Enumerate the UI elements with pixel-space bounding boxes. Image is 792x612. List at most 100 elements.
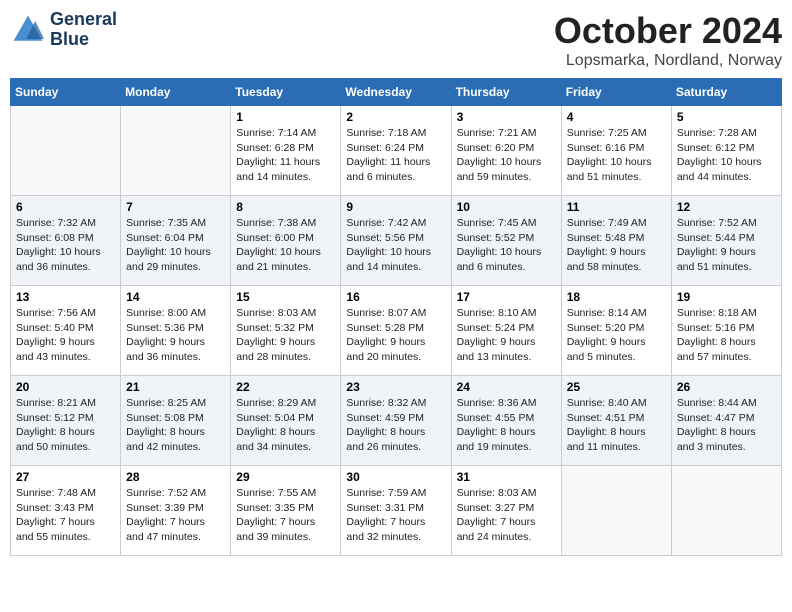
week-row-3: 13 Sunrise: 7:56 AM Sunset: 5:40 PM Dayli…	[11, 286, 782, 376]
day-number: 31	[457, 470, 556, 484]
calendar-cell: 27Sunrise: 7:48 AM Sunset: 3:43 PM Dayli…	[11, 466, 121, 556]
day-info: Sunrise: 7:42 AM Sunset: 5:56 PM Dayligh…	[346, 216, 445, 275]
day-info: Sunrise: 7:35 AM Sunset: 6:04 PM Dayligh…	[126, 216, 225, 275]
day-info: Sunrise: 7:52 AM Sunset: 5:44 PM Dayligh…	[677, 216, 776, 275]
calendar-cell	[561, 466, 671, 556]
calendar-table: Sunday Monday Tuesday Wednesday Thursday…	[10, 78, 782, 556]
day-info: Sunrise: 7:59 AM Sunset: 3:31 PM Dayligh…	[346, 486, 445, 545]
week-row-4: 20 Sunrise: 8:21 AM Sunset: 5:12 PM Dayli…	[11, 376, 782, 466]
calendar-cell: 21 Sunrise: 8:25 AM Sunset: 5:08 PM Dayli…	[121, 376, 231, 466]
calendar-cell: 14 Sunrise: 8:00 AM Sunset: 5:36 PM Dayli…	[121, 286, 231, 376]
day-info: Sunrise: 7:52 AM Sunset: 3:39 PM Dayligh…	[126, 486, 225, 545]
day-number: 13	[16, 290, 115, 304]
day-number: 7	[126, 200, 225, 214]
day-number: 18	[567, 290, 666, 304]
col-wednesday: Wednesday	[341, 79, 451, 106]
day-number: 3	[457, 110, 556, 124]
day-info: Sunrise: 7:25 AM Sunset: 6:16 PM Dayligh…	[567, 126, 666, 185]
day-info: Sunrise: 7:45 AM Sunset: 5:52 PM Dayligh…	[457, 216, 556, 275]
day-info: Sunrise: 8:14 AM Sunset: 5:20 PM Dayligh…	[567, 306, 666, 365]
day-info: Sunrise: 8:10 AM Sunset: 5:24 PM Dayligh…	[457, 306, 556, 365]
calendar-cell: 20 Sunrise: 8:21 AM Sunset: 5:12 PM Dayli…	[11, 376, 121, 466]
day-number: 11	[567, 200, 666, 214]
calendar-cell: 17 Sunrise: 8:10 AM Sunset: 5:24 PM Dayli…	[451, 286, 561, 376]
day-info: Sunrise: 7:28 AM Sunset: 6:12 PM Dayligh…	[677, 126, 776, 185]
day-number: 30	[346, 470, 445, 484]
day-number: 14	[126, 290, 225, 304]
calendar-cell: 3 Sunrise: 7:21 AM Sunset: 6:20 PM Daylig…	[451, 106, 561, 196]
day-number: 2	[346, 110, 445, 124]
day-number: 8	[236, 200, 335, 214]
day-info: Sunrise: 8:44 AM Sunset: 4:47 PM Dayligh…	[677, 396, 776, 455]
logo-line2: Blue	[50, 30, 117, 50]
day-info: Sunrise: 8:07 AM Sunset: 5:28 PM Dayligh…	[346, 306, 445, 365]
day-info: Sunrise: 8:03 AM Sunset: 3:27 PM Dayligh…	[457, 486, 556, 545]
day-info: Sunrise: 7:14 AM Sunset: 6:28 PM Dayligh…	[236, 126, 335, 185]
day-number: 22	[236, 380, 335, 394]
day-info: Sunrise: 8:29 AM Sunset: 5:04 PM Dayligh…	[236, 396, 335, 455]
day-number: 27	[16, 470, 115, 484]
col-sunday: Sunday	[11, 79, 121, 106]
col-tuesday: Tuesday	[231, 79, 341, 106]
day-number: 23	[346, 380, 445, 394]
calendar-cell: 12 Sunrise: 7:52 AM Sunset: 5:44 PM Dayli…	[671, 196, 781, 286]
week-row-1: 1 Sunrise: 7:14 AM Sunset: 6:28 PM Daylig…	[11, 106, 782, 196]
day-info: Sunrise: 8:40 AM Sunset: 4:51 PM Dayligh…	[567, 396, 666, 455]
calendar-cell: 24Sunrise: 8:36 AM Sunset: 4:55 PM Dayli…	[451, 376, 561, 466]
calendar-cell: 23 Sunrise: 8:32 AM Sunset: 4:59 PM Dayli…	[341, 376, 451, 466]
calendar-cell: 18 Sunrise: 8:14 AM Sunset: 5:20 PM Dayli…	[561, 286, 671, 376]
day-number: 9	[346, 200, 445, 214]
calendar-cell: 19Sunrise: 8:18 AM Sunset: 5:16 PM Dayli…	[671, 286, 781, 376]
calendar-cell: 13 Sunrise: 7:56 AM Sunset: 5:40 PM Dayli…	[11, 286, 121, 376]
day-number: 10	[457, 200, 556, 214]
day-info: Sunrise: 8:25 AM Sunset: 5:08 PM Dayligh…	[126, 396, 225, 455]
day-number: 19	[677, 290, 776, 304]
col-saturday: Saturday	[671, 79, 781, 106]
day-info: Sunrise: 7:56 AM Sunset: 5:40 PM Dayligh…	[16, 306, 115, 365]
day-number: 15	[236, 290, 335, 304]
calendar-cell: 26 Sunrise: 8:44 AM Sunset: 4:47 PM Dayli…	[671, 376, 781, 466]
day-number: 1	[236, 110, 335, 124]
calendar-cell	[671, 466, 781, 556]
day-info: Sunrise: 7:55 AM Sunset: 3:35 PM Dayligh…	[236, 486, 335, 545]
day-number: 4	[567, 110, 666, 124]
logo: General Blue	[10, 10, 117, 50]
location-title: Lopsmarka, Nordland, Norway	[554, 52, 782, 70]
calendar-cell: 16 Sunrise: 8:07 AM Sunset: 5:28 PM Dayli…	[341, 286, 451, 376]
header-row: Sunday Monday Tuesday Wednesday Thursday…	[11, 79, 782, 106]
col-monday: Monday	[121, 79, 231, 106]
calendar-cell: 22 Sunrise: 8:29 AM Sunset: 5:04 PM Dayli…	[231, 376, 341, 466]
calendar-cell: 29Sunrise: 7:55 AM Sunset: 3:35 PM Dayli…	[231, 466, 341, 556]
day-number: 24	[457, 380, 556, 394]
day-number: 16	[346, 290, 445, 304]
day-info: Sunrise: 7:21 AM Sunset: 6:20 PM Dayligh…	[457, 126, 556, 185]
day-info: Sunrise: 8:00 AM Sunset: 5:36 PM Dayligh…	[126, 306, 225, 365]
calendar-cell: 28 Sunrise: 7:52 AM Sunset: 3:39 PM Dayli…	[121, 466, 231, 556]
day-number: 6	[16, 200, 115, 214]
day-info: Sunrise: 8:32 AM Sunset: 4:59 PM Dayligh…	[346, 396, 445, 455]
calendar-cell: 7 Sunrise: 7:35 AM Sunset: 6:04 PM Daylig…	[121, 196, 231, 286]
calendar-cell: 4 Sunrise: 7:25 AM Sunset: 6:16 PM Daylig…	[561, 106, 671, 196]
day-number: 17	[457, 290, 556, 304]
day-info: Sunrise: 7:38 AM Sunset: 6:00 PM Dayligh…	[236, 216, 335, 275]
day-number: 20	[16, 380, 115, 394]
day-number: 28	[126, 470, 225, 484]
calendar-cell: 30 Sunrise: 7:59 AM Sunset: 3:31 PM Dayli…	[341, 466, 451, 556]
calendar-cell	[121, 106, 231, 196]
day-number: 12	[677, 200, 776, 214]
calendar-cell: 25 Sunrise: 8:40 AM Sunset: 4:51 PM Dayli…	[561, 376, 671, 466]
day-number: 25	[567, 380, 666, 394]
day-info: Sunrise: 8:03 AM Sunset: 5:32 PM Dayligh…	[236, 306, 335, 365]
day-number: 21	[126, 380, 225, 394]
day-info: Sunrise: 7:49 AM Sunset: 5:48 PM Dayligh…	[567, 216, 666, 275]
week-row-5: 27Sunrise: 7:48 AM Sunset: 3:43 PM Dayli…	[11, 466, 782, 556]
day-number: 26	[677, 380, 776, 394]
day-number: 5	[677, 110, 776, 124]
calendar-cell: 6Sunrise: 7:32 AM Sunset: 6:08 PM Daylig…	[11, 196, 121, 286]
logo-line1: General	[50, 10, 117, 30]
calendar-cell	[11, 106, 121, 196]
page-header: General Blue October 2024 Lopsmarka, Nor…	[10, 10, 782, 70]
day-info: Sunrise: 8:21 AM Sunset: 5:12 PM Dayligh…	[16, 396, 115, 455]
calendar-cell: 31 Sunrise: 8:03 AM Sunset: 3:27 PM Dayli…	[451, 466, 561, 556]
calendar-cell: 10 Sunrise: 7:45 AM Sunset: 5:52 PM Dayli…	[451, 196, 561, 286]
